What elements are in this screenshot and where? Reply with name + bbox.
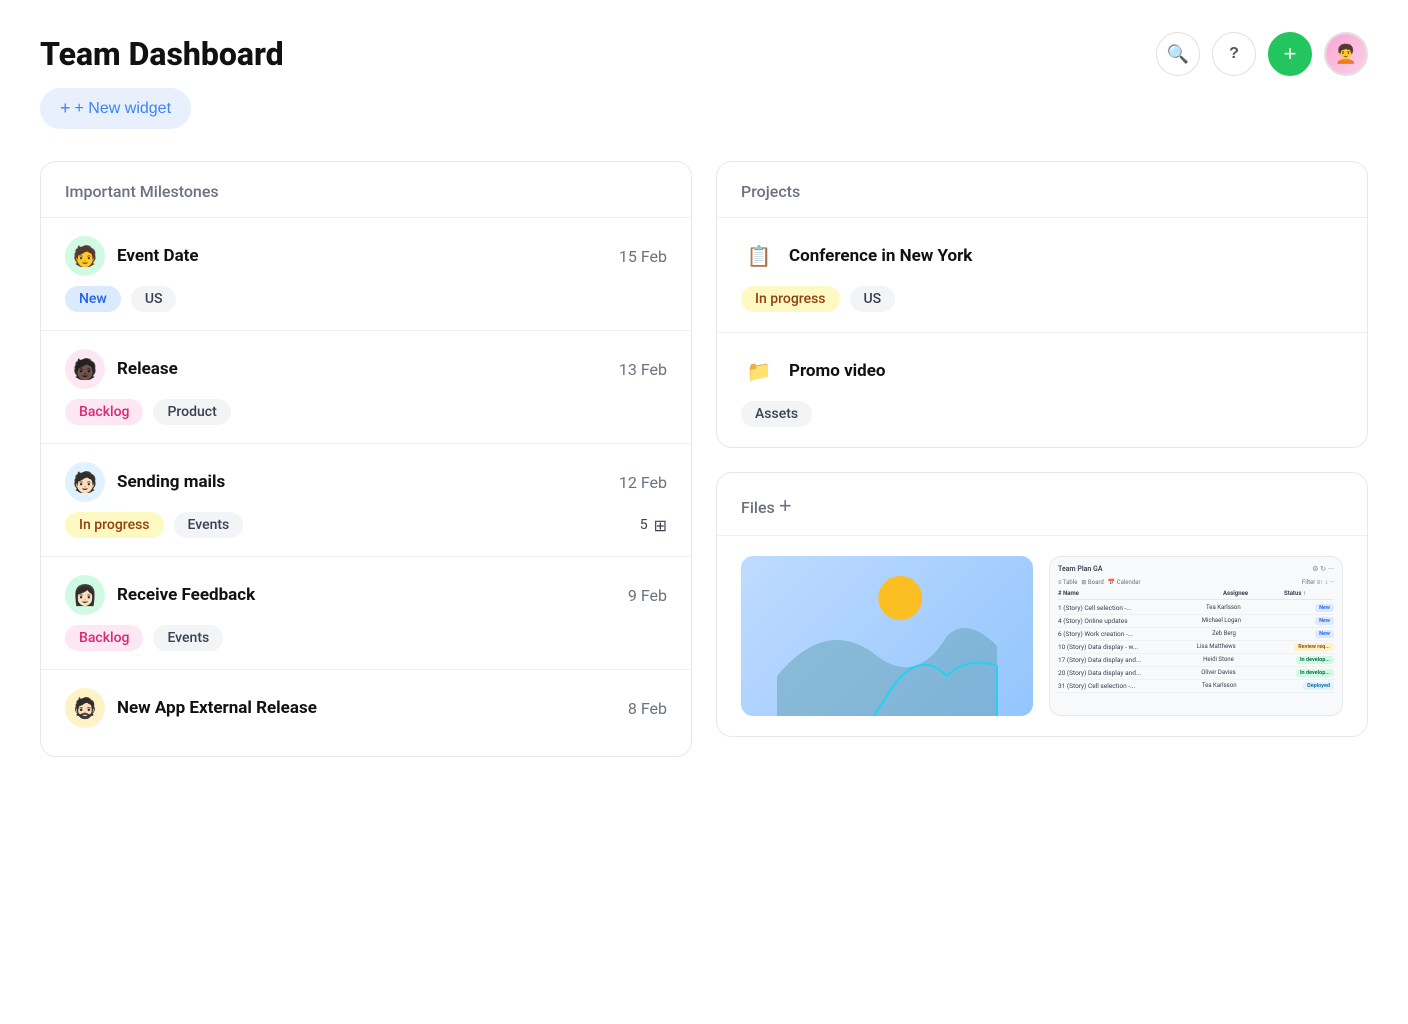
- add-icon: +: [1284, 41, 1297, 67]
- right-column: Projects 📋 Conference in New York In pro…: [716, 161, 1368, 737]
- tag-backlog: Backlog: [65, 625, 143, 651]
- files-header: Files +: [717, 473, 1367, 536]
- help-button[interactable]: ?: [1212, 32, 1256, 76]
- files-title: Files: [741, 498, 775, 517]
- milestone-date: 13 Feb: [619, 360, 667, 379]
- search-icon: 🔍: [1167, 44, 1189, 65]
- page-title: Team Dashboard: [40, 35, 284, 73]
- avatar: 🧑🏻: [65, 462, 105, 502]
- header-actions: 🔍 ? + 🧑‍🦱: [1156, 32, 1368, 76]
- milestone-date: 15 Feb: [619, 247, 667, 266]
- main-layout: Important Milestones 🧑 Event Date 15 Feb…: [40, 161, 1368, 757]
- tag-product: Product: [153, 399, 230, 425]
- projects-card: Projects 📋 Conference in New York In pro…: [716, 161, 1368, 448]
- avatar: 🧑: [65, 236, 105, 276]
- table-row: 10 (Story) Data display - w... Lisa Matt…: [1058, 641, 1334, 654]
- new-widget-label: + New widget: [75, 100, 172, 118]
- avatar: 🧔🏻: [65, 688, 105, 728]
- tag-events: Events: [174, 512, 244, 538]
- tag-backlog: Backlog: [65, 399, 143, 425]
- tag-inprogress: In progress: [65, 512, 164, 538]
- files-add-button[interactable]: +: [779, 493, 792, 519]
- help-icon: ?: [1229, 45, 1239, 63]
- milestone-date: 12 Feb: [619, 473, 667, 492]
- table-row: 6 (Story) Work creation -... Zeb Berg Ne…: [1058, 628, 1334, 641]
- list-item: 🧑🏻 Sending mails 12 Feb In progress Even…: [41, 444, 691, 557]
- user-avatar[interactable]: 🧑‍🦱: [1324, 32, 1368, 76]
- avatar: 👩🏻: [65, 575, 105, 615]
- avatar: 🧑🏿: [65, 349, 105, 389]
- table-row: 20 (Story) Data display and... Oliver Da…: [1058, 667, 1334, 680]
- projects-header: Projects: [717, 162, 1367, 218]
- new-widget-button[interactable]: + + New widget: [40, 88, 191, 129]
- file-toolbar: ⚙ ↻ ···: [1312, 565, 1334, 573]
- header-left: Team Dashboard: [40, 35, 284, 73]
- milestone-name: Release: [117, 359, 178, 379]
- avatar-image: 🧑‍🦱: [1326, 34, 1366, 74]
- tag-us: US: [850, 286, 896, 312]
- search-button[interactable]: 🔍: [1156, 32, 1200, 76]
- milestones-card: Important Milestones 🧑 Event Date 15 Feb…: [40, 161, 692, 757]
- milestones-title: Important Milestones: [65, 182, 219, 201]
- project-icon: 📁: [741, 353, 777, 389]
- page-header: Team Dashboard 🔍 ? + 🧑‍🦱: [40, 32, 1368, 76]
- tag-events: Events: [153, 625, 223, 651]
- file-thumbnail-1[interactable]: [741, 556, 1033, 716]
- files-card: Files + Team Plan GA: [716, 472, 1368, 737]
- list-item: 👩🏻 Receive Feedback 9 Feb Backlog Events: [41, 557, 691, 670]
- new-widget-icon: +: [60, 98, 71, 119]
- file-thumb-header: Team Plan GA ⚙ ↻ ···: [1058, 565, 1334, 573]
- list-item: 🧑🏿 Release 13 Feb Backlog Product: [41, 331, 691, 444]
- list-item: 📋 Conference in New York In progress US: [717, 218, 1367, 333]
- add-button[interactable]: +: [1268, 32, 1312, 76]
- table-row: 17 (Story) Data display and... Heidi Sto…: [1058, 654, 1334, 667]
- table-row: 4 (Story) Online updates Michael Logan N…: [1058, 615, 1334, 628]
- project-name: Promo video: [789, 361, 886, 381]
- project-icon: 📋: [741, 238, 777, 274]
- tag-new: New: [65, 286, 121, 312]
- project-name: Conference in New York: [789, 246, 972, 266]
- list-item: 🧔🏻 New App External Release 8 Feb: [41, 670, 691, 756]
- milestone-name: New App External Release: [117, 698, 317, 718]
- milestone-name: Sending mails: [117, 472, 225, 492]
- table-row: 1 (Story) Cell selection -... Tea Karlss…: [1058, 602, 1334, 615]
- grid-icon: ⊞: [654, 516, 667, 535]
- view-tabs: ≡ Table ⊞ Board 📅 Calendar Filter ≡↑ ↕ ·…: [1058, 579, 1334, 586]
- files-preview: Team Plan GA ⚙ ↻ ··· ≡ Table ⊞ Board 📅 C…: [717, 536, 1367, 736]
- file-name: Team Plan GA: [1058, 565, 1103, 573]
- milestone-date: 8 Feb: [628, 699, 667, 718]
- list-item: 📁 Promo video Assets: [717, 333, 1367, 447]
- wave-decoration: [741, 596, 1033, 716]
- table-body: 1 (Story) Cell selection -... Tea Karlss…: [1058, 602, 1334, 693]
- milestones-header: Important Milestones: [41, 162, 691, 218]
- milestone-date: 9 Feb: [628, 586, 667, 605]
- tag-assets: Assets: [741, 401, 812, 427]
- milestone-name: Receive Feedback: [117, 585, 255, 605]
- file-thumbnail-2[interactable]: Team Plan GA ⚙ ↻ ··· ≡ Table ⊞ Board 📅 C…: [1049, 556, 1343, 716]
- tag-inprogress: In progress: [741, 286, 840, 312]
- projects-title: Projects: [741, 182, 800, 201]
- milestone-count: 5 ⊞: [640, 516, 667, 535]
- milestone-name: Event Date: [117, 246, 199, 266]
- list-item: 🧑 Event Date 15 Feb New US: [41, 218, 691, 331]
- table-row: 31 (Story) Cell selection -... Tea Karls…: [1058, 680, 1334, 693]
- tag-us: US: [131, 286, 177, 312]
- table-header: # Name Assignee Status ↑: [1058, 590, 1334, 600]
